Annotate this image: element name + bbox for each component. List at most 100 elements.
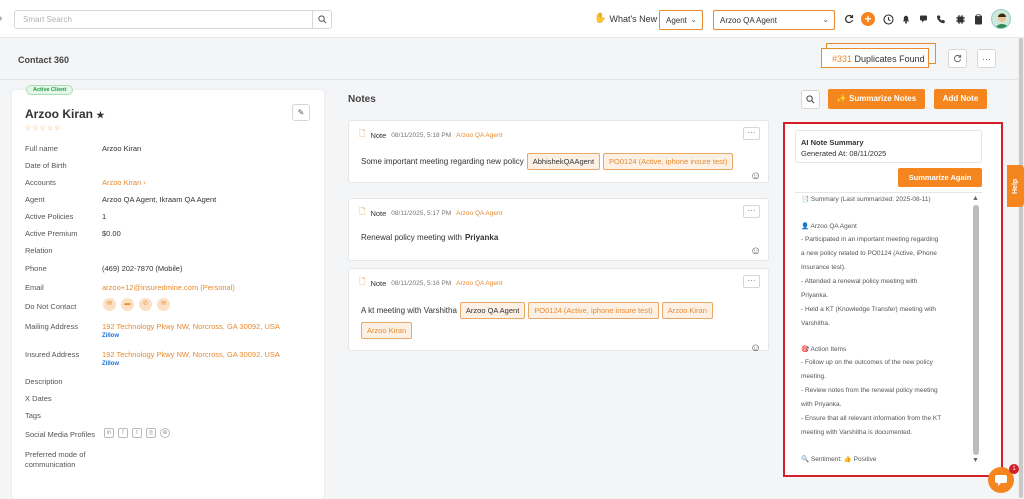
summary-line: - Ensure that all relevant information f… [801,415,942,422]
mail-toggle-icon[interactable]: ✉ [157,298,170,311]
phone-toggle-icon[interactable]: ✆ [139,298,152,311]
note-menu-button[interactable]: ··· [743,205,760,218]
email-link[interactable]: arzoo+12@insuredmine.com (Personal) [102,283,235,292]
instagram-icon[interactable]: ◎ [146,428,156,438]
field-label: Preferred mode of [25,450,86,459]
chat-badge: 1 [1009,464,1019,474]
summary-line: Varshitha. [801,320,830,327]
add-icon[interactable]: + [861,12,875,26]
clock-icon[interactable] [882,13,894,25]
emoji-react-icon[interactable]: ☺ [750,245,762,257]
emoji-react-icon[interactable]: ☺ [750,342,762,354]
zillow-link[interactable]: Zillow [102,333,119,339]
field-label: Description [25,377,63,386]
note-mention: Priyanka [464,233,499,242]
zillow-link[interactable]: Zillow [102,361,119,367]
note-menu-button[interactable]: ··· [743,275,760,288]
sentiment-line: 🔍 Sentiment: 👍 Positive [801,456,877,463]
more-options-button[interactable]: ··· [977,49,996,68]
note-body: Some important meeting regarding new pol… [361,153,756,170]
summary-line: - Follow up on the outcomes of the new p… [801,359,933,366]
status-badge: Active Client [26,85,74,95]
refresh-button[interactable] [948,49,967,68]
agent-select[interactable]: Arzoo QA Agent ⌄ [713,10,835,30]
phone-value[interactable]: (469) 202-7870 (Mobile) [102,264,182,273]
summarize-again-button[interactable]: Summarize Again [898,168,982,187]
field-label: Phone [25,264,47,273]
summary-line: - Attended a renewal policy meeting with [801,278,918,285]
field-label: X Dates [25,394,52,403]
active-policies-value: 1 [102,212,107,221]
clipboard-icon[interactable] [972,13,984,25]
summarize-notes-label: Summarize Notes [849,94,917,103]
help-tab[interactable]: Help [1007,165,1024,207]
note-body: A kt meeting with Varshitha Arzoo QA Age… [361,302,756,339]
refresh-icon[interactable] [843,13,855,25]
note-tag[interactable]: Arzoo Kiran [661,302,713,319]
summary-line: meeting with Varshitha is documented. [801,429,913,436]
note-icon: 🗋 [359,129,366,138]
whats-new-link[interactable]: ✋ What's New [594,13,657,24]
edit-icon[interactable]: ✎ [292,104,310,121]
email-toggle-icon[interactable]: ✉ [103,298,116,311]
summary-line: - Review notes from the renewal policy m… [801,387,938,394]
note-header: 🗋 Note 08/11/2025, 5:16 PM Arzoo QA Agent [359,276,502,290]
note-agent[interactable]: Arzoo QA Agent [456,132,502,139]
chip-icon[interactable] [954,13,966,25]
smart-search-input[interactable]: Smart Search [14,10,332,29]
scroll-down-icon[interactable]: ▼ [972,457,979,464]
page-scrollbar-thumb[interactable] [1019,38,1023,498]
sms-toggle-icon[interactable]: ▬ [121,298,134,311]
note-card: 🗋 Note 08/11/2025, 5:16 PM Arzoo QA Agent ·… [348,268,769,354]
linkedin-icon[interactable]: in [104,428,114,438]
rating-stars[interactable]: ☆☆☆☆☆ [25,124,61,132]
note-tag[interactable]: Arzoo Kiran [361,322,413,339]
insured-address-link[interactable]: 192 Technology Pkwy NW, Norcross, GA 300… [102,350,280,359]
whats-new-label: What's New [609,13,658,24]
facebook-icon[interactable]: f [118,428,128,438]
field-label: Active Premium [25,229,78,238]
field-label: Date of Birth [25,161,67,170]
note-agent[interactable]: Arzoo QA Agent [456,280,502,287]
chevron-right-icon[interactable]: › [0,13,2,24]
note-tag[interactable]: PO0124 (Active, iphone insure test) [603,153,734,170]
notes-title: Notes [348,94,376,105]
summarize-notes-button[interactable]: ✨ Summarize Notes [828,89,925,109]
summary-line: meeting. [801,373,826,380]
search-placeholder: Smart Search [23,15,72,24]
emoji-react-icon[interactable]: ☺ [750,170,762,182]
add-note-button[interactable]: Add Note [934,89,987,109]
note-menu-button[interactable]: ··· [743,127,760,140]
note-type: Note [370,130,387,140]
note-tag[interactable]: PO0124 (Active, iphone insure test) [528,302,659,319]
note-tag[interactable]: AbhishekQAAgent [526,153,601,170]
hand-icon: ✋ [594,13,607,24]
field-label: Mailing Address [25,322,78,331]
ai-summary-scrollbar-thumb[interactable] [973,205,979,455]
field-label: Agent [25,195,45,204]
note-tag[interactable]: Arzoo QA Agent [459,302,526,319]
search-notes-button[interactable] [801,90,820,109]
note-agent[interactable]: Arzoo QA Agent [456,210,502,217]
note-date: 08/11/2025, 5:18 PM [391,131,452,139]
field-label: Relation [25,246,53,255]
role-select[interactable]: Agent ⌄ [659,10,703,30]
note-type: Note [370,278,387,288]
globe-icon[interactable]: ⊕ [160,428,170,438]
star-icon[interactable]: ★ [96,110,104,120]
search-icon[interactable] [312,11,331,28]
twitter-icon[interactable]: t [132,428,142,438]
bell-icon[interactable] [900,13,912,25]
chat-icon[interactable] [918,13,930,25]
field-label: Email [25,283,44,292]
phone-icon[interactable] [935,13,947,25]
mailing-address-link[interactable]: 192 Technology Pkwy NW, Norcross, GA 300… [102,322,280,331]
help-label: Help [1012,178,1019,194]
accounts-link[interactable]: Arzoo Kiran › [102,178,146,187]
duplicates-found-button[interactable]: #331 Duplicates Found [821,48,929,68]
scroll-up-icon[interactable]: ▲ [972,195,979,202]
user-avatar[interactable] [991,9,1011,29]
full-name-value: Arzoo Kiran [102,144,142,153]
page-scrollbar[interactable] [1018,38,1024,499]
note-card: 🗋 Note 08/11/2025, 5:17 PM Arzoo QA Agent ·… [348,198,769,261]
